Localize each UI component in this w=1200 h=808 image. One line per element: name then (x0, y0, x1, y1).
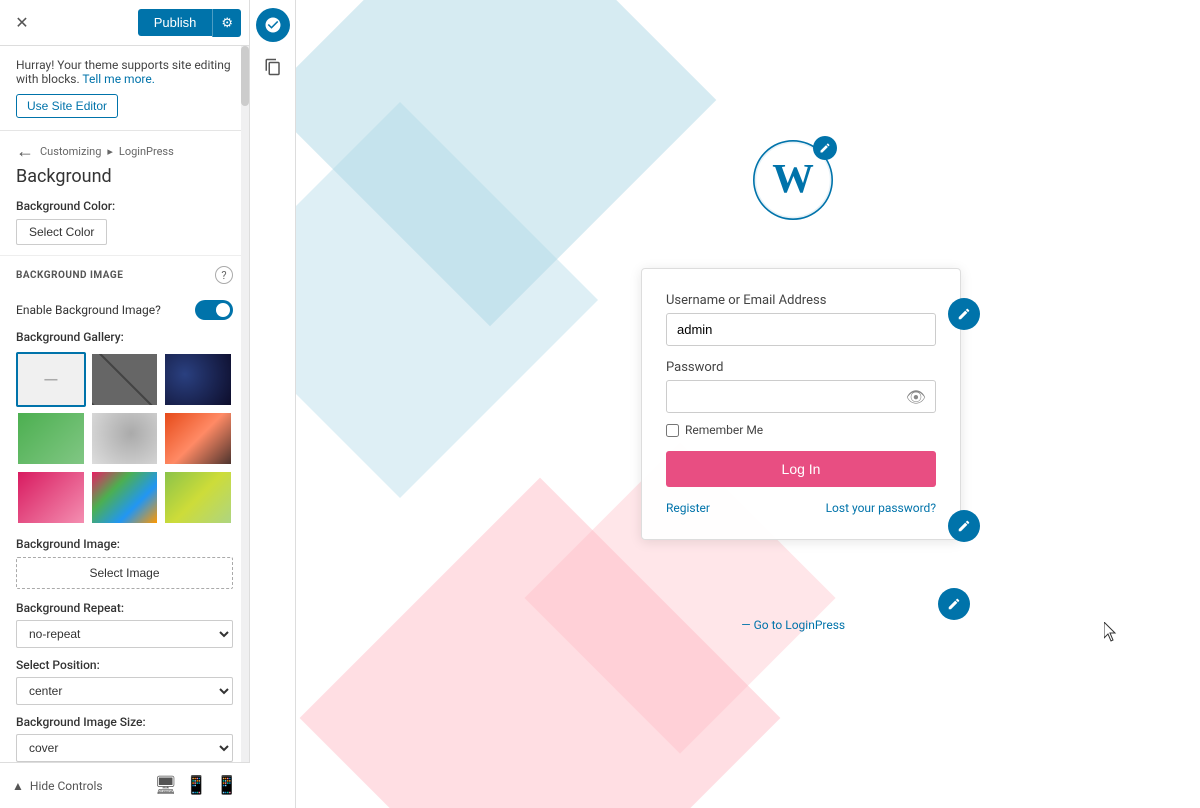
gallery-item-2[interactable] (90, 352, 160, 407)
panel-content: ← Customizing ▸ LoginPress Background Ba… (0, 131, 249, 808)
background-repeat-row: Background Repeat: no-repeat repeat repe… (0, 601, 249, 658)
gallery-item-1[interactable]: — (16, 352, 86, 407)
lost-pwd-edit-icon[interactable] (938, 588, 970, 620)
background-color-label: Background Color: (16, 199, 233, 213)
goto-loginpress-link[interactable]: — Go to LoginPress (741, 618, 845, 632)
gallery-item-5[interactable] (90, 411, 160, 466)
customize-icon[interactable] (256, 8, 290, 42)
select-position-label: Select Position: (16, 658, 233, 672)
username-input[interactable] (666, 313, 936, 346)
remember-label: Remember Me (685, 423, 763, 437)
back-arrow[interactable]: ← (16, 141, 34, 162)
gallery-item-4-inner (18, 413, 84, 464)
bottom-bar: ▲ Hide Controls 🖥 📱 📱 (0, 762, 250, 808)
tell-me-more-link[interactable]: Tell me more. (82, 72, 154, 86)
section-title: Background (0, 162, 249, 199)
settings-button[interactable]: ⚙ (212, 9, 241, 37)
gallery-label: Background Gallery: (0, 330, 249, 352)
enable-background-label: Enable Background Image? (16, 303, 161, 317)
background-image-header: BACKGROUND IMAGE ? (0, 255, 249, 294)
logo-edit-icon[interactable] (813, 136, 837, 160)
gallery-item-6[interactable] (163, 411, 233, 466)
gallery-item-5-inner (92, 413, 158, 464)
bg-image-size-select[interactable]: cover contain auto (16, 734, 233, 762)
preview-area: W Username or Email Address Password 👁 (250, 0, 1200, 808)
form-top-edit-icon[interactable] (948, 298, 980, 330)
remember-checkbox[interactable] (666, 424, 679, 437)
mobile-icon[interactable]: 📱 (216, 775, 238, 796)
gallery-item-9-inner (165, 472, 231, 523)
gallery-item-8-inner (92, 472, 158, 523)
scrollbar-track (241, 46, 249, 774)
background-image-help[interactable]: ? (215, 266, 233, 284)
wp-logo-container: W (753, 140, 833, 224)
pages-icon[interactable] (256, 50, 290, 84)
password-field-group: Password 👁 (666, 360, 936, 413)
background-repeat-select[interactable]: no-repeat repeat repeat-x repeat-y (16, 620, 233, 648)
bg-image-section: Background Image: Select Image (0, 537, 249, 601)
gallery-item-4[interactable] (16, 411, 86, 466)
bg-image-label: Background Image: (16, 537, 233, 551)
username-field-group: Username or Email Address (666, 293, 936, 360)
cursor (1104, 622, 1120, 638)
background-color-section: Background Color: Select Color (0, 199, 249, 245)
gallery-item-9[interactable] (163, 470, 233, 525)
top-bar: ✕ Publish ⚙ (0, 0, 249, 46)
hide-controls-icon: ▲ (12, 779, 24, 793)
hide-controls-label: Hide Controls (30, 779, 103, 793)
side-icons-bar (250, 0, 296, 808)
lost-password-link[interactable]: Lost your password? (826, 501, 936, 515)
select-position-select[interactable]: center top bottom left right (16, 677, 233, 705)
left-panel: ✕ Publish ⚙ Hurray! Your theme supports … (0, 0, 250, 808)
background-image-title: BACKGROUND IMAGE (16, 270, 123, 281)
publish-button[interactable]: Publish (138, 9, 213, 36)
gallery-item-8[interactable] (90, 470, 160, 525)
notification-bar: Hurray! Your theme supports site editing… (0, 46, 249, 131)
goto-loginpress: — Go to LoginPress (741, 618, 845, 632)
breadcrumb-sep: ▸ (107, 145, 113, 158)
select-color-button[interactable]: Select Color (16, 219, 107, 245)
device-icons: 🖥 📱 📱 (154, 775, 238, 796)
password-label: Password (666, 360, 936, 375)
login-footer: Register Lost your password? (666, 501, 936, 515)
password-input[interactable] (666, 380, 936, 413)
enable-background-toggle[interactable] (195, 300, 233, 320)
select-image-button[interactable]: Select Image (16, 557, 233, 589)
breadcrumb-loginpress: LoginPress (119, 145, 174, 158)
gallery-item-3-inner (165, 354, 231, 405)
select-position-row: Select Position: center top bottom left … (0, 658, 249, 715)
svg-text:W: W (772, 155, 814, 201)
publish-group: Publish ⚙ (138, 9, 241, 37)
enable-background-row: Enable Background Image? (0, 294, 249, 330)
register-link[interactable]: Register (666, 501, 710, 515)
password-wrap: 👁 (666, 380, 936, 413)
show-password-icon[interactable]: 👁 (906, 387, 926, 406)
username-label: Username or Email Address (666, 293, 936, 308)
login-form-container: Username or Email Address Password 👁 Rem… (641, 268, 961, 540)
gallery-item-3[interactable] (163, 352, 233, 407)
bg-image-size-label: Background Image Size: (16, 715, 233, 729)
background-repeat-label: Background Repeat: (16, 601, 233, 615)
use-site-editor-button[interactable]: Use Site Editor (16, 94, 118, 118)
scrollbar-thumb[interactable] (241, 46, 249, 106)
tablet-icon[interactable]: 📱 (185, 775, 207, 796)
gallery-item-7-inner (18, 472, 84, 523)
breadcrumb: ← Customizing ▸ LoginPress (0, 131, 249, 162)
hide-controls[interactable]: ▲ Hide Controls (12, 779, 103, 793)
breadcrumb-customizing: Customizing (40, 145, 101, 158)
gallery-item-7[interactable] (16, 470, 86, 525)
gallery-grid: — (0, 352, 249, 525)
remember-row: Remember Me (666, 423, 936, 437)
gallery-item-6-inner (165, 413, 231, 464)
login-button[interactable]: Log In (666, 451, 936, 487)
close-button[interactable]: ✕ (8, 9, 36, 37)
gallery-item-2-inner (92, 354, 158, 405)
desktop-icon[interactable]: 🖥 (154, 775, 177, 796)
gallery-item-1-inner: — (18, 354, 84, 405)
login-btn-edit-icon[interactable] (948, 510, 980, 542)
